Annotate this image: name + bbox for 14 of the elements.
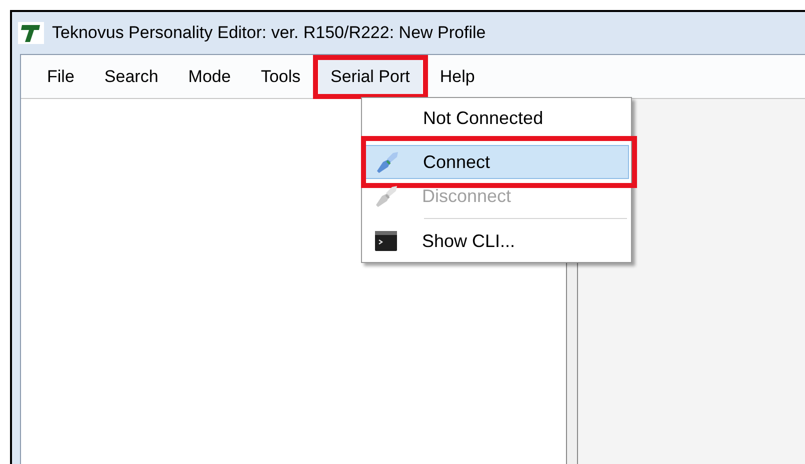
plug-icon	[373, 183, 399, 209]
app-logo-icon	[18, 22, 44, 44]
menu-option[interactable]: Show CLI...	[364, 224, 629, 258]
window-title: Teknovus Personality Editor: ver. R150/R222: New Profile	[52, 22, 486, 44]
menu-item[interactable]: File	[35, 58, 86, 94]
plug-icon	[374, 149, 400, 175]
menu-item[interactable]: Help	[428, 58, 487, 94]
menu-option[interactable]: Connect	[364, 145, 629, 179]
menu-item[interactable]: Search	[92, 58, 170, 94]
connection-status: Not Connected	[423, 106, 544, 130]
menu-item[interactable]: Serial Port	[318, 58, 422, 94]
menu-item[interactable]: Mode	[176, 58, 243, 94]
terminal-icon	[374, 230, 398, 252]
menu-item[interactable]: Tools	[248, 58, 312, 94]
